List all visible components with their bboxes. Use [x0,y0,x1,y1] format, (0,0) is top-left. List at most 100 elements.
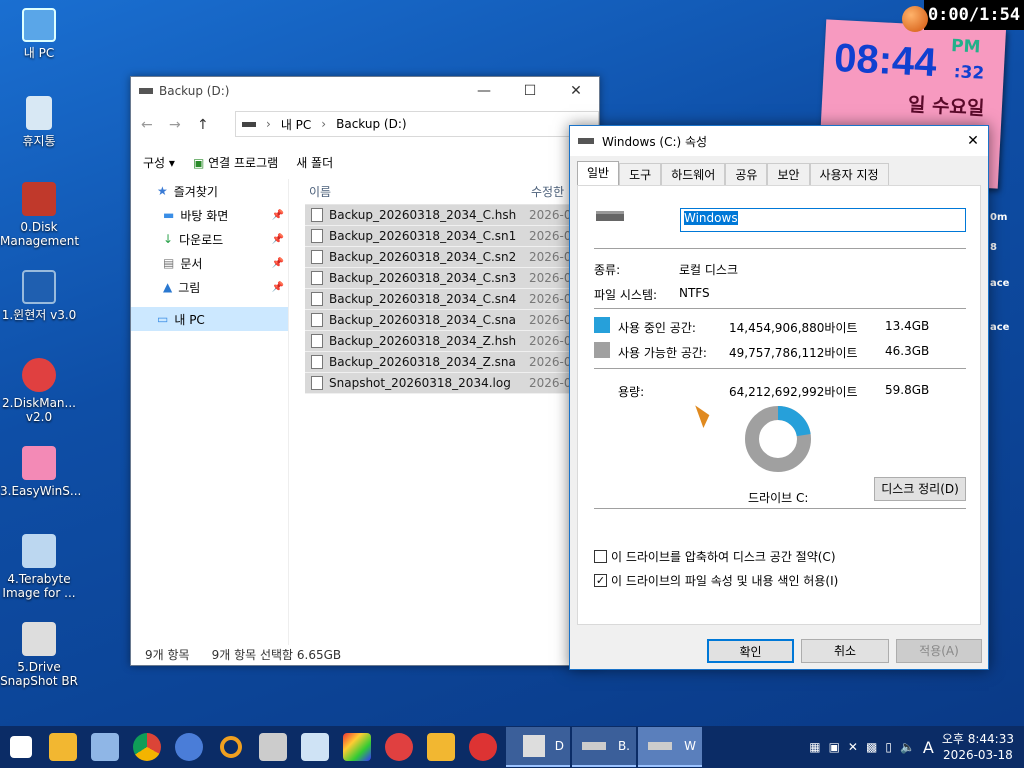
tab-security[interactable]: 보안 [767,163,810,185]
taskbar-app-snapshot[interactable]: D [506,727,570,767]
desktop-icon-this-pc[interactable]: 내 PC [0,8,78,60]
taskbar-diskman[interactable] [378,726,420,768]
ok-button[interactable]: 확인 [707,639,794,663]
tray-usb-icon[interactable]: ▯ [885,740,892,754]
nav-downloads[interactable]: ↓ 다운로드 📌 [131,227,288,251]
breadcrumb-item[interactable]: Backup (D:) [336,117,406,131]
up-icon[interactable]: ↑ [197,117,225,133]
desktop-icon-winhyeonjeo[interactable]: 1.윈현저 v3.0 [0,270,78,322]
dialog-titlebar[interactable]: Windows (C:) 속성 [570,126,988,156]
taskbar-chrome[interactable] [126,726,168,768]
taskbar-notepad[interactable] [294,726,336,768]
tab-strip: 일반 도구 하드웨어 공유 보안 사용자 지정 [577,161,889,185]
nav-quick-access[interactable]: ★ 즐겨찾기 [131,179,288,203]
file-icon [311,355,323,369]
tab-sharing[interactable]: 공유 [725,163,768,185]
file-row[interactable]: Backup_20260318_2034_Z.hsh 2026-0 [305,331,585,352]
tab-general[interactable]: 일반 [577,161,620,185]
taskbar-app-backup[interactable]: B. [572,727,636,767]
organize-button[interactable]: 구성 ▾ [143,154,175,171]
type-value: 로컬 디스크 [679,263,739,277]
computer-management-icon [91,733,119,761]
fs-label: 파일 시스템: [594,288,658,302]
open-with-label: 연결 프로그램 [208,155,279,170]
volume-icon[interactable]: 🔈 [900,740,915,754]
new-folder-button[interactable]: 새 폴더 [296,154,333,171]
taskbar-power[interactable] [462,726,504,768]
back-icon[interactable]: ← [141,117,169,133]
pin-icon[interactable]: 📌 [272,210,284,221]
pin-icon[interactable]: 📌 [272,258,284,269]
column-name[interactable]: 이름 [305,183,531,200]
file-row[interactable]: Snapshot_20260318_2034.log 2026-0 [305,373,585,394]
desktop-icon-diskman[interactable]: 2.DiskMan... v2.0 [0,358,78,424]
taskbar-app-windows-props[interactable]: W [638,727,702,767]
compress-checkbox[interactable]: 이 드라이브를 압축하여 디스크 공간 절약(C) [594,548,836,565]
address-bar[interactable]: › 내 PC › Backup (D:) [235,111,599,137]
desktop-icon-recycle-bin[interactable]: 휴지통 [0,96,78,148]
chevron-down-icon: ▾ [168,155,175,170]
taskbar-computer-management[interactable] [84,726,126,768]
tab-customize[interactable]: 사용자 지정 [809,163,889,185]
file-row[interactable]: Backup_20260318_2034_C.sna 2026-0 [305,310,585,331]
taskbar-clock[interactable]: 오후 8:44:33 2026-03-18 [942,731,1014,763]
tray-network-icon[interactable]: ▣ [829,740,840,754]
close-button[interactable]: ✕ [958,126,988,156]
ime-indicator[interactable]: A [923,738,934,757]
taskbar-display[interactable] [336,726,378,768]
file-row[interactable]: Backup_20260318_2034_C.hsh 2026-0 [305,205,585,226]
desktop-icon-easywins[interactable]: 3.EasyWinS... [0,446,81,498]
apply-button[interactable]: 적용(A) [896,639,982,663]
drive-name-input[interactable]: Windows [680,208,966,232]
start-button[interactable] [0,726,42,768]
tab-tools[interactable]: 도구 [619,163,662,185]
taskbar-folder-1[interactable] [420,726,462,768]
nav-documents[interactable]: ▤ 문서 📌 [131,251,288,275]
column-modified[interactable]: 수정한 [531,183,564,200]
nav-label: 그림 [178,280,201,295]
camera-icon [522,735,545,757]
used-bytes: 14,454,906,880바이트 [729,321,858,335]
desktop-icon-label: 0.Disk Management [0,220,80,248]
windows-logo-icon [10,736,32,758]
file-row[interactable]: Backup_20260318_2034_Z.sna 2026-0 [305,352,585,373]
general-panel: Windows 종류: 로컬 디스크 파일 시스템: NTFS 사용 중인 공간… [577,185,981,625]
desktop-icon-label: 휴지통 [22,134,56,148]
drive-icon [242,121,256,127]
open-with-button[interactable]: ▣ 연결 프로그램 [193,154,278,171]
pin-icon[interactable]: 📌 [272,234,284,245]
file-icon [311,250,323,264]
taskbar-explorer[interactable] [42,726,84,768]
desktop-icon-terabyte[interactable]: 4.Terabyte Image for ... [0,534,78,600]
nav-desktop[interactable]: ▬ 바탕 화면 📌 [131,203,288,227]
forward-icon[interactable]: → [169,117,197,133]
tab-hardware[interactable]: 하드웨어 [661,163,726,185]
file-row[interactable]: Backup_20260318_2034_C.sn3 2026-0 [305,268,585,289]
pin-icon[interactable]: 📌 [272,282,284,293]
taskbar-tool[interactable] [252,726,294,768]
nav-this-pc[interactable]: ▭ 내 PC [131,307,288,331]
desktop-icon-disk-management[interactable]: 0.Disk Management [0,182,80,248]
index-checkbox[interactable]: ✓ 이 드라이브의 파일 속성 및 내용 색인 허용(I) [594,572,838,589]
desktop-icon-drive-snapshot[interactable]: 5.Drive SnapShot BR [0,622,78,688]
disk-cleanup-button[interactable]: 디스크 정리(D) [874,477,966,501]
clock-day: 일 수요일 [907,93,985,120]
maximize-button[interactable]: ☐ [507,77,553,105]
tray-app-icon[interactable]: ✕ [848,740,858,754]
used-gb: 13.4GB [885,319,930,333]
breadcrumb-item[interactable]: 내 PC [281,116,311,133]
taskbar-rocket[interactable] [168,726,210,768]
file-row[interactable]: Backup_20260318_2034_C.sn2 2026-0 [305,247,585,268]
tray-tool-icon[interactable]: ▦ [809,740,820,754]
drive-icon [581,742,606,750]
file-row[interactable]: Backup_20260318_2034_C.sn4 2026-0 [305,289,585,310]
cancel-button[interactable]: 취소 [801,639,889,663]
nav-pictures[interactable]: ▲ 그림 📌 [131,275,288,299]
nav-label: 바탕 화면 [180,208,229,223]
close-button[interactable]: ✕ [553,77,599,105]
minimize-button[interactable]: — [461,77,507,105]
file-row[interactable]: Backup_20260318_2034_C.sn1 2026-0 [305,226,585,247]
taskbar-search[interactable] [210,726,252,768]
tray-display-icon[interactable]: ▩ [866,740,877,754]
navigation-pane: ★ 즐겨찾기 ▬ 바탕 화면 📌 ↓ 다운로드 📌 ▤ 문서 📌 ▲ 그림 📌 … [131,179,289,645]
